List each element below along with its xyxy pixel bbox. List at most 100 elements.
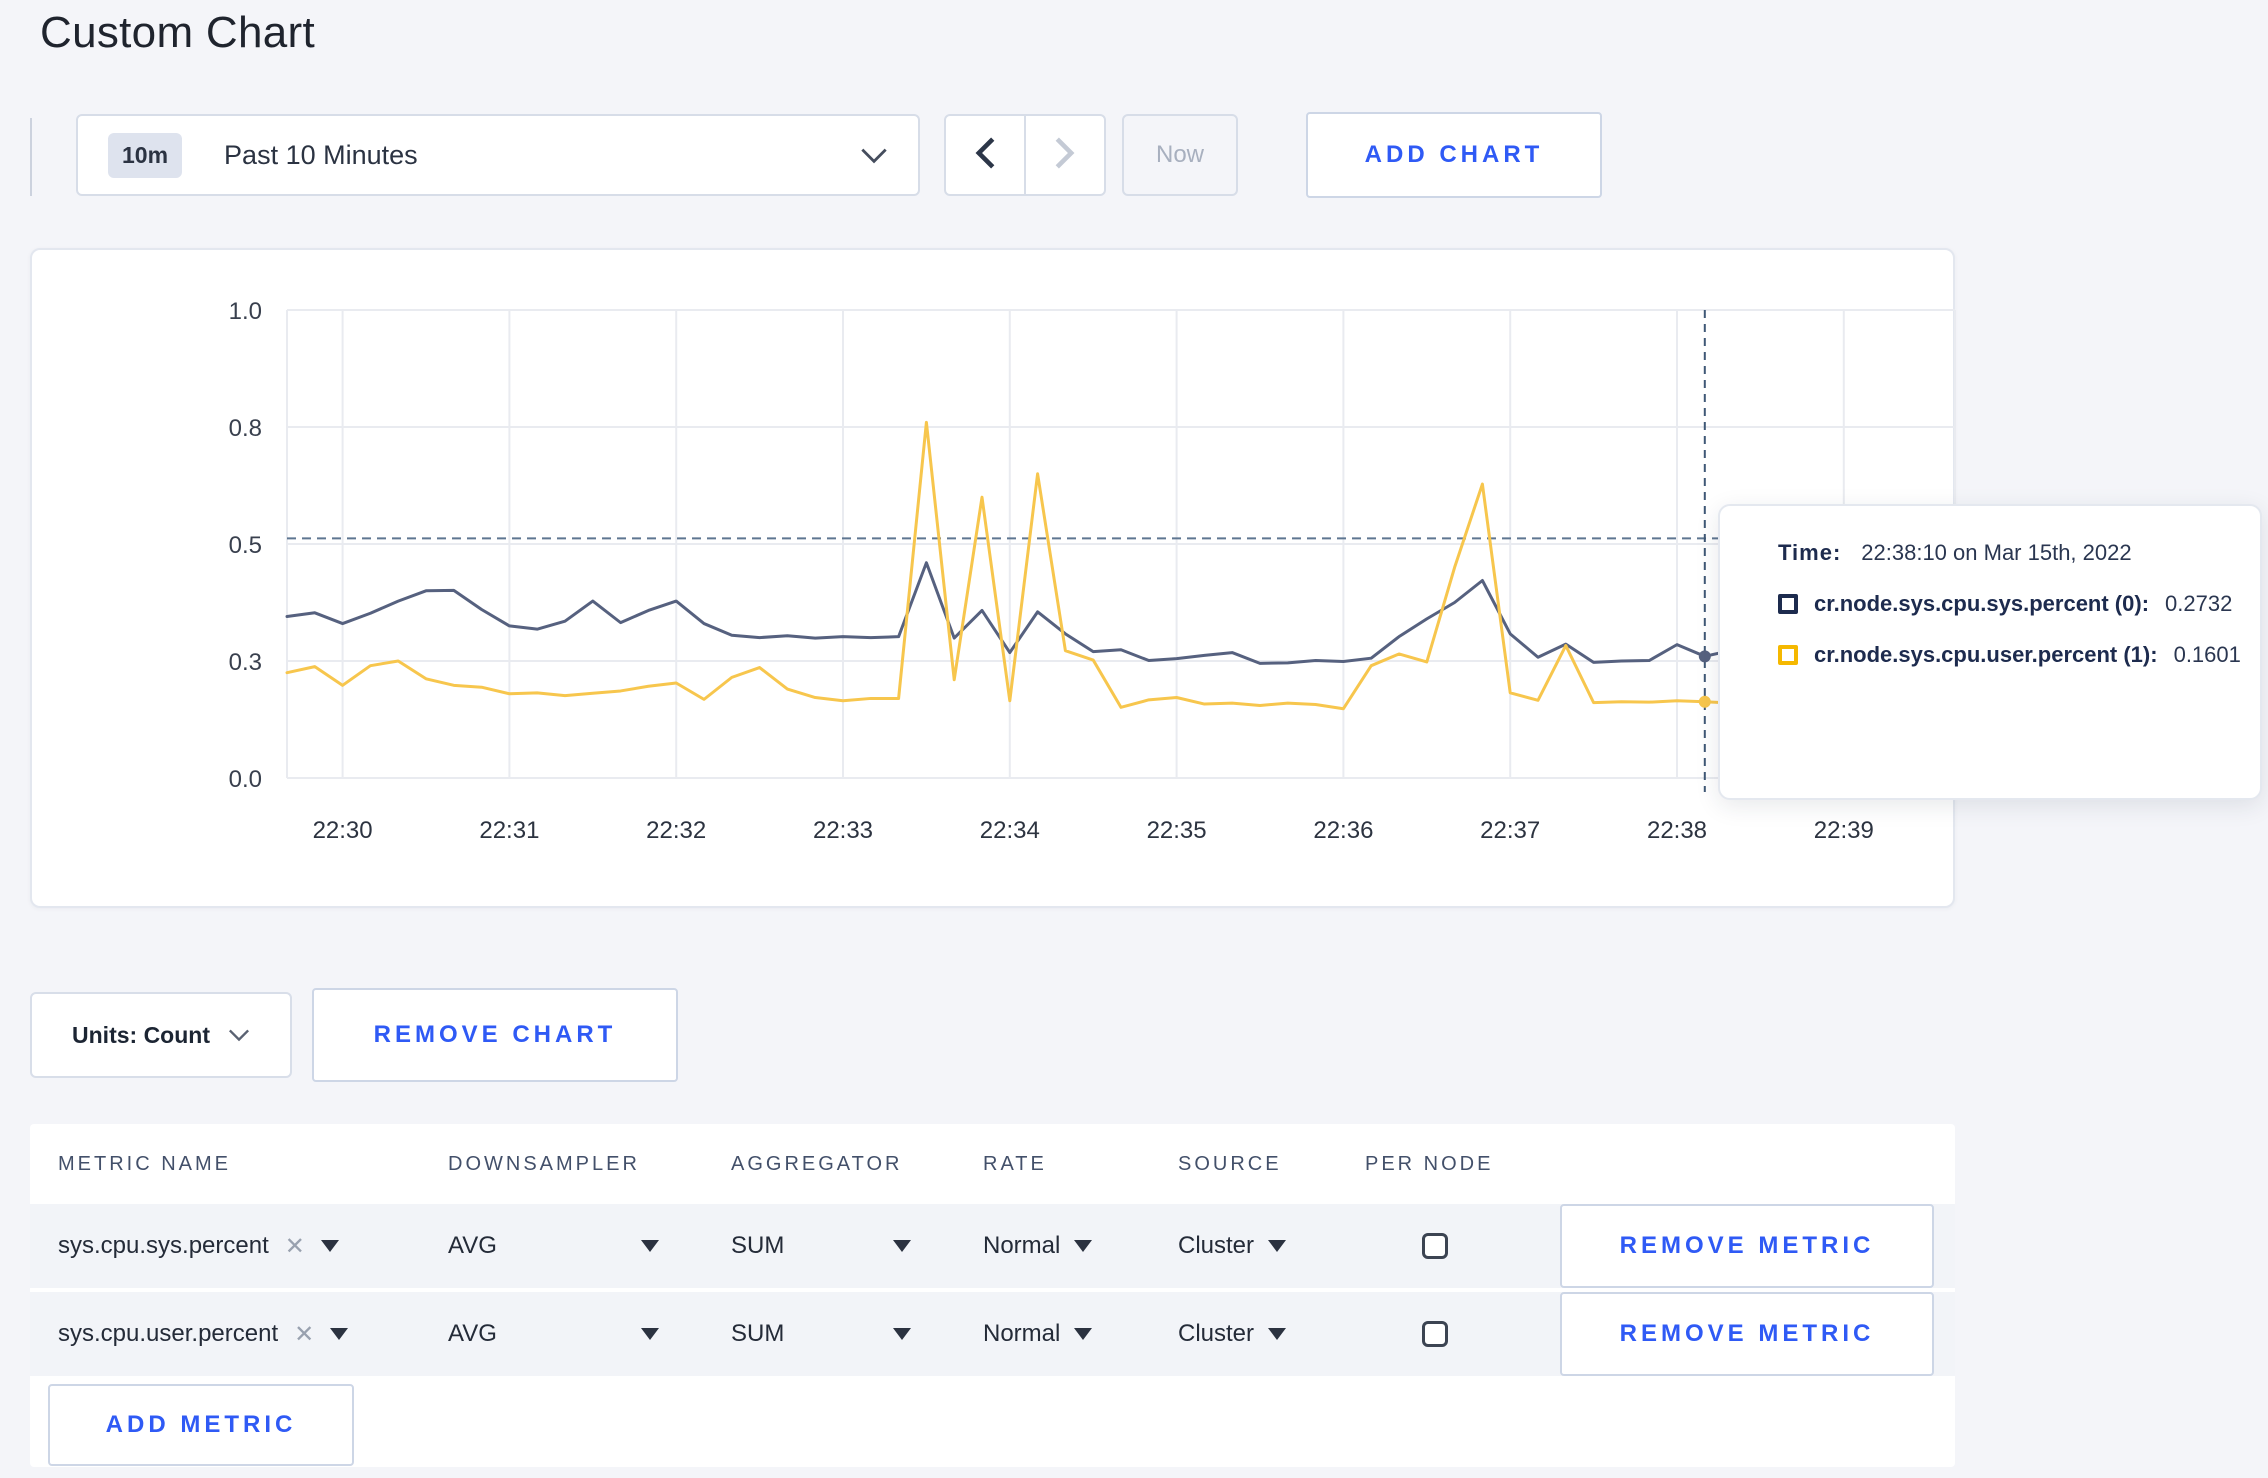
rate-dropdown[interactable]: Normal (983, 1320, 1178, 1348)
source-dropdown-value: Cluster (1178, 1320, 1255, 1347)
series-legend-square-icon (1778, 594, 1798, 614)
dropdown-caret-icon (893, 1240, 911, 1252)
downsampler-dropdown-value: AVG (448, 1232, 497, 1259)
dropdown-caret-icon (320, 1240, 339, 1252)
aggregator-dropdown-value: SUM (731, 1320, 785, 1347)
now-button[interactable]: Now (1122, 114, 1238, 196)
clear-metric-icon[interactable]: ✕ (285, 1232, 305, 1261)
metric-name-dropdown[interactable]: sys.cpu.user.percent ✕ (58, 1320, 448, 1349)
tooltip-series-value: 0.2732 (2165, 591, 2233, 616)
dropdown-caret-icon (641, 1240, 659, 1252)
y-axis-tick-label: 0.8 (229, 415, 262, 442)
hover-point-sys (1698, 650, 1711, 663)
downsampler-dropdown-value: AVG (448, 1320, 497, 1347)
units-label: Units: Count (72, 1021, 210, 1048)
remove-chart-button[interactable]: REMOVE CHART (312, 988, 678, 1082)
time-step-control (944, 114, 1106, 196)
downsampler-dropdown[interactable]: AVG (448, 1232, 731, 1260)
x-axis-tick-label: 22:33 (813, 817, 873, 844)
metric-row: sys.cpu.user.percent ✕ AVG SUM Normal Cluster… (30, 1292, 1955, 1376)
x-axis-tick-label: 22:34 (980, 817, 1040, 844)
rate-dropdown-value: Normal (983, 1232, 1061, 1259)
remove-metric-button[interactable]: REMOVE METRIC (1560, 1292, 1934, 1376)
x-axis-tick-label: 22:31 (479, 817, 539, 844)
y-axis-tick-label: 0.5 (229, 532, 262, 559)
tooltip-time-row: Time: 22:38:10 on Mar 15th, 2022 (1778, 540, 2240, 566)
step-back-button[interactable] (946, 116, 1026, 194)
dropdown-caret-icon (1268, 1328, 1287, 1340)
source-dropdown[interactable]: Cluster (1178, 1232, 1365, 1260)
y-axis-tick-label: 0.3 (229, 649, 262, 676)
add-metric-button[interactable]: ADD METRIC (48, 1384, 354, 1466)
timeseries-chart[interactable]: 0.0 0.3 0.5 0.8 1.0 22:30 22:31 22:32 22:33 22:34… (32, 250, 1957, 910)
metric-name-dropdown[interactable]: sys.cpu.sys.percent ✕ (58, 1232, 448, 1261)
dropdown-caret-icon (330, 1328, 349, 1340)
clear-metric-icon[interactable]: ✕ (294, 1320, 314, 1349)
dropdown-caret-icon (1074, 1328, 1093, 1340)
per-node-checkbox[interactable] (1422, 1321, 1448, 1347)
series-line-user (285, 420, 1929, 711)
tooltip-series-label: cr.node.sys.cpu.sys.percent (0): (1814, 591, 2150, 616)
downsampler-dropdown[interactable]: AVG (448, 1320, 731, 1348)
metric-name: sys.cpu.user.percent (58, 1320, 279, 1347)
column-header: METRIC NAME (58, 1152, 231, 1175)
rate-dropdown[interactable]: Normal (983, 1232, 1178, 1260)
tooltip-series-label: cr.node.sys.cpu.user.percent (1): (1814, 642, 2158, 667)
tooltip-series-value: 0.1601 (2173, 642, 2241, 667)
per-node-checkbox[interactable] (1422, 1233, 1448, 1259)
column-header: PER NODE (1365, 1152, 1494, 1175)
chevron-down-icon (228, 1028, 250, 1042)
dropdown-caret-icon (1268, 1240, 1287, 1252)
x-axis-tick-label: 22:35 (1147, 817, 1207, 844)
x-axis-tick-label: 22:38 (1647, 817, 1707, 844)
step-forward-button[interactable] (1026, 116, 1104, 194)
dropdown-caret-icon (641, 1328, 659, 1340)
controls-divider (30, 118, 32, 196)
x-axis-tick-label: 22:39 (1814, 817, 1874, 844)
aggregator-dropdown[interactable]: SUM (731, 1320, 983, 1348)
column-header: SOURCE (1178, 1152, 1282, 1175)
rate-dropdown-value: Normal (983, 1320, 1061, 1347)
time-range-dropdown[interactable]: 10m Past 10 Minutes (76, 114, 920, 196)
metric-row: sys.cpu.sys.percent ✕ AVG SUM Normal Cluster R… (30, 1204, 1955, 1288)
page-title: Custom Chart (40, 8, 316, 57)
x-axis-tick-label: 22:37 (1480, 817, 1540, 844)
x-axis-tick-label: 22:36 (1313, 817, 1373, 844)
metric-name: sys.cpu.sys.percent (58, 1232, 269, 1259)
chevron-down-icon (860, 147, 888, 164)
y-axis-tick-label: 0.0 (229, 766, 262, 793)
hover-point-user (1698, 695, 1711, 708)
add-chart-button[interactable]: ADD CHART (1306, 112, 1602, 198)
source-dropdown[interactable]: Cluster (1178, 1320, 1365, 1348)
tooltip-time-label: Time: (1778, 540, 1842, 565)
metrics-table-header: METRIC NAME DOWNSAMPLER AGGREGATOR RATE SOUR… (30, 1124, 1955, 1204)
source-dropdown-value: Cluster (1178, 1232, 1255, 1259)
column-header: AGGREGATOR (731, 1152, 903, 1175)
column-header: DOWNSAMPLER (448, 1152, 640, 1175)
y-axis-tick-label: 1.0 (229, 298, 262, 325)
x-axis-tick-label: 22:30 (313, 817, 373, 844)
chevron-left-icon (974, 136, 996, 175)
aggregator-dropdown[interactable]: SUM (731, 1232, 983, 1260)
per-node-cell (1365, 1321, 1560, 1347)
x-axis-tick-label: 22:32 (646, 817, 706, 844)
tooltip-series-row: cr.node.sys.cpu.user.percent (1): 0.1601 (1778, 642, 2241, 668)
remove-metric-cell: REMOVE METRIC (1560, 1204, 1955, 1288)
time-range-badge: 10m (108, 132, 183, 178)
aggregator-dropdown-value: SUM (731, 1232, 785, 1259)
remove-metric-cell: REMOVE METRIC (1560, 1292, 1955, 1376)
time-range-label: Past 10 Minutes (224, 139, 418, 170)
custom-chart-panel[interactable]: 0.0 0.3 0.5 0.8 1.0 22:30 22:31 22:32 22:33 22:34… (30, 248, 1957, 910)
chevron-right-icon (1054, 136, 1076, 175)
per-node-cell (1365, 1233, 1560, 1259)
series-legend-square-icon (1778, 645, 1798, 665)
dropdown-caret-icon (893, 1328, 911, 1340)
units-dropdown[interactable]: Units: Count (30, 992, 292, 1078)
tooltip-time-value: 22:38:10 on Mar 15th, 2022 (1861, 540, 2132, 565)
series-line-sys (285, 561, 1929, 665)
remove-metric-button[interactable]: REMOVE METRIC (1560, 1204, 1934, 1288)
tooltip-series-row: cr.node.sys.cpu.sys.percent (0): 0.2732 (1778, 591, 2240, 617)
chart-hover-tooltip: Time: 22:38:10 on Mar 15th, 2022 cr.node… (1718, 504, 2262, 800)
column-header: RATE (983, 1152, 1047, 1175)
dropdown-caret-icon (1074, 1240, 1093, 1252)
